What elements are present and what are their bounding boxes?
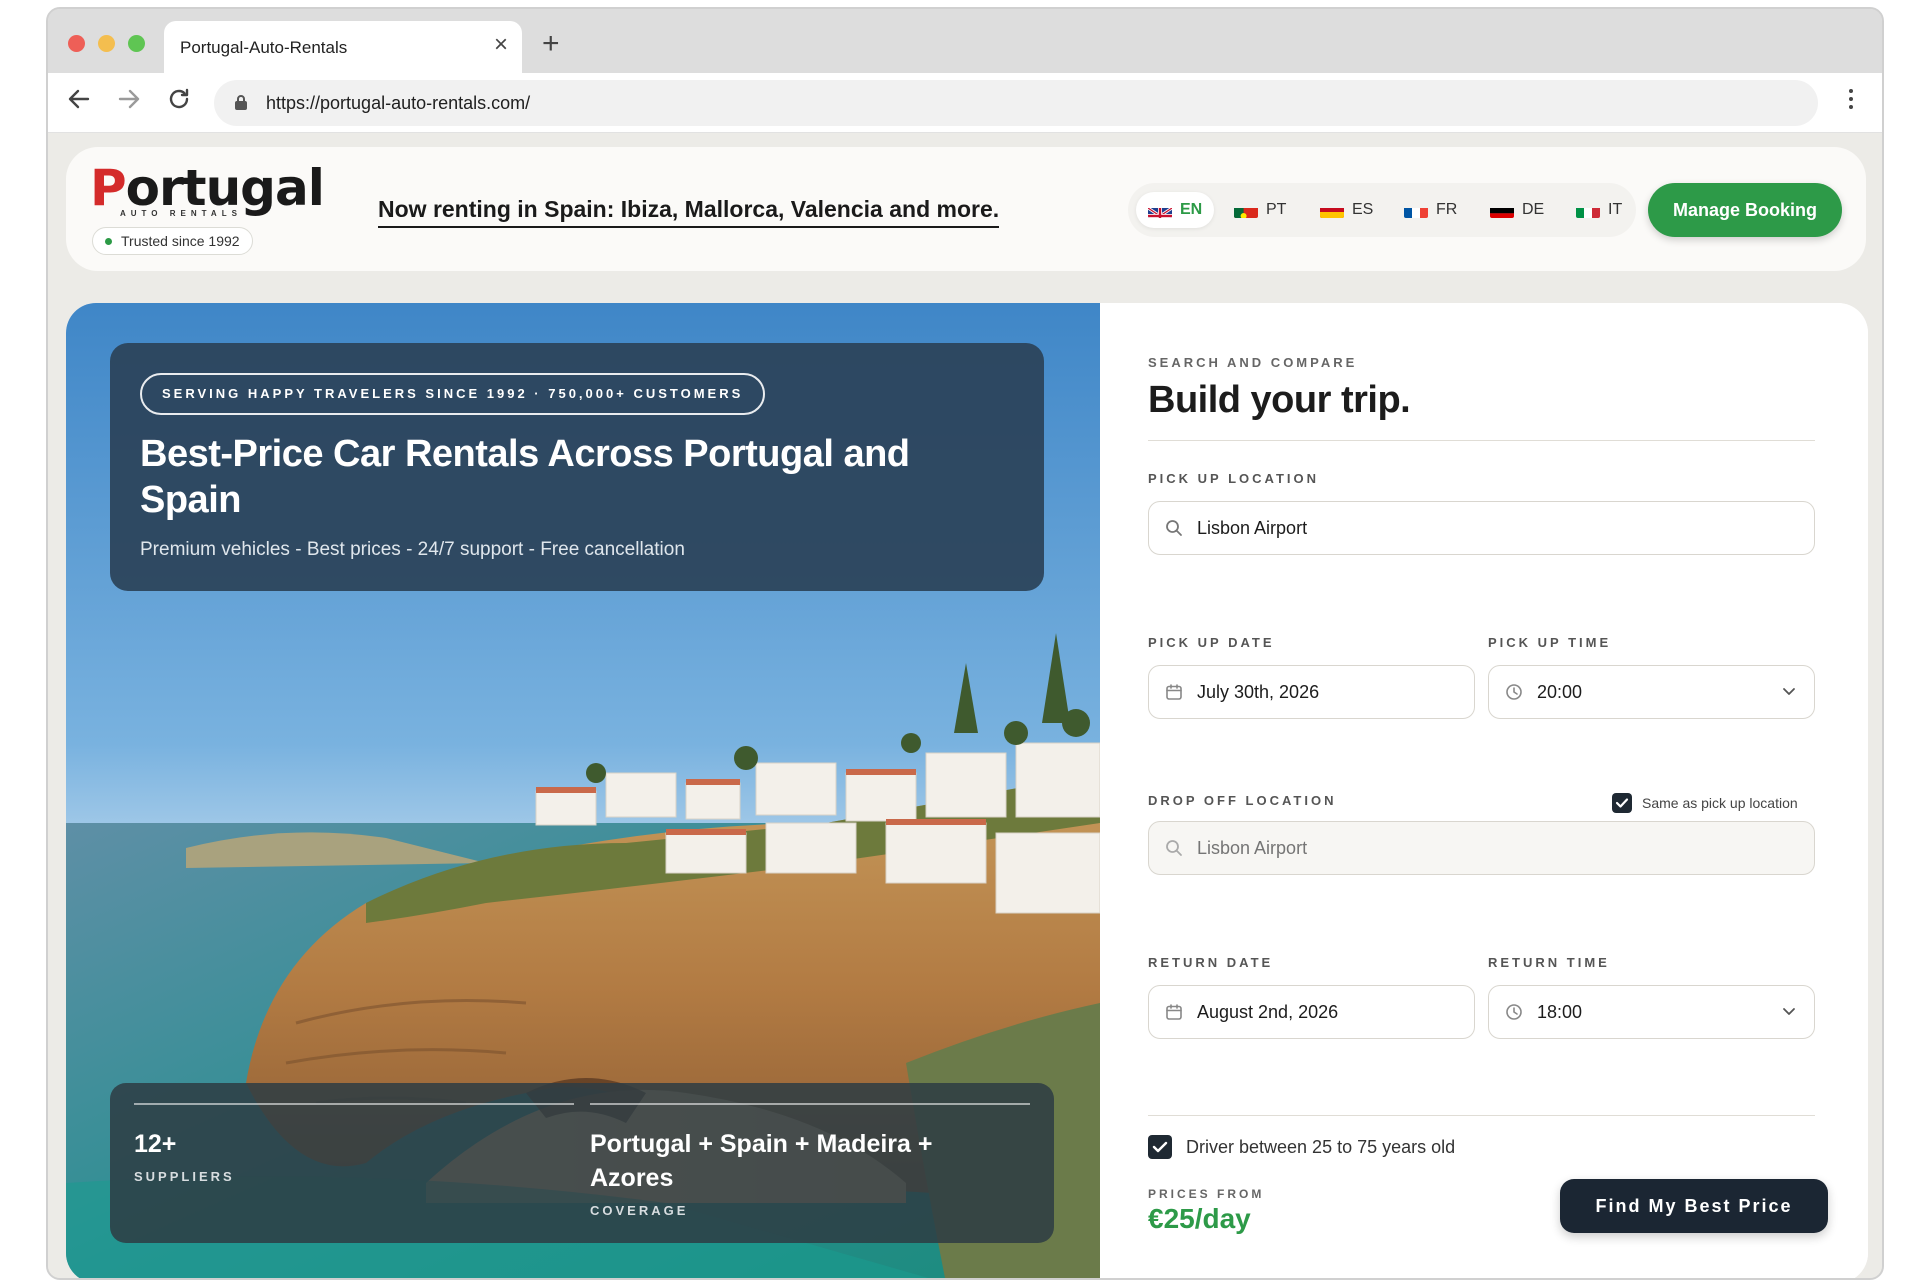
clock-icon (1506, 684, 1522, 700)
italy-flag-icon (1576, 202, 1600, 218)
stat-value: 12+ (134, 1130, 177, 1158)
tab-strip: Portugal-Auto-Rentals × + (48, 9, 1882, 73)
forward-arrow-icon[interactable] (116, 86, 142, 118)
browser-tab[interactable]: Portugal-Auto-Rentals × (164, 21, 522, 73)
browser-window: Portugal-Auto-Rentals × + https://portug… (46, 7, 1884, 1280)
find-best-price-button[interactable]: Find My Best Price (1560, 1179, 1828, 1233)
minimize-window-button[interactable] (98, 35, 115, 52)
maximize-window-button[interactable] (128, 35, 145, 52)
pickup-location-field[interactable] (1148, 501, 1815, 555)
browser-toolbar: https://portugal-auto-rentals.com/ (48, 73, 1882, 133)
return-date-label: RETURN DATE (1148, 955, 1274, 970)
form-title: Build your trip. (1148, 379, 1411, 421)
spain-flag-icon (1320, 202, 1344, 218)
status-dot-icon (105, 238, 112, 245)
dropoff-location-label: DROP OFF LOCATION (1148, 793, 1337, 808)
checkbox-checked[interactable] (1612, 793, 1632, 813)
form-eyebrow: SEARCH AND COMPARE (1148, 355, 1358, 370)
stat-label: COVERAGE (590, 1203, 689, 1218)
prices-from-value: €25/day (1148, 1203, 1251, 1234)
pickup-time-select[interactable]: 20:00 (1488, 665, 1815, 719)
logo-wordmark: Portugal (90, 159, 325, 217)
new-tab-icon[interactable]: + (542, 29, 560, 59)
return-time-value: 18:00 (1537, 1001, 1583, 1022)
clock-icon (1506, 1004, 1522, 1020)
page-content: Portugal AUTO RENTALS Trusted since 1992… (48, 133, 1882, 1278)
divider (1148, 1115, 1815, 1116)
language-code: PT (1266, 201, 1287, 218)
calendar-icon (1166, 684, 1182, 700)
tab-title: Portugal-Auto-Rentals (180, 38, 348, 57)
calendar-icon (1166, 1004, 1182, 1020)
language-code: ES (1352, 201, 1374, 218)
language-option-es[interactable]: ES (1308, 192, 1385, 228)
return-time-label: RETURN TIME (1488, 955, 1610, 970)
uk-flag-icon (1148, 202, 1172, 218)
search-icon (1166, 520, 1182, 536)
manage-booking-button[interactable]: Manage Booking (1648, 183, 1842, 237)
stat-coverage: Portugal + Spain + Madeira + Azores COVE… (590, 1103, 1030, 1218)
pickup-location-input[interactable] (1197, 517, 1798, 539)
language-code: FR (1436, 201, 1458, 218)
driver-age-checkbox[interactable]: Driver between 25 to 75 years old (1148, 1135, 1455, 1159)
search-icon (1166, 840, 1182, 856)
stat-label: SUPPLIERS (134, 1169, 235, 1184)
language-switcher: EN PT ES FR DE IT (1128, 183, 1636, 237)
return-time-select[interactable]: 18:00 (1488, 985, 1815, 1039)
language-code: IT (1608, 201, 1623, 218)
stat-value: Portugal + Spain + Madeira + Azores (590, 1130, 933, 1192)
language-option-de[interactable]: DE (1478, 192, 1556, 228)
stats-panel: 12+ SUPPLIERS Portugal + Spain + Madeira… (110, 1083, 1054, 1243)
pickup-date-label: PICK UP DATE (1148, 635, 1275, 650)
pickup-location-label: PICK UP LOCATION (1148, 471, 1320, 486)
france-flag-icon (1404, 202, 1428, 218)
hero-panel: SERVING HAPPY TRAVELERS SINCE 1992 · 750… (110, 343, 1044, 591)
hero-title: Best-Price Car Rentals Across Portugal a… (140, 433, 910, 521)
close-tab-icon[interactable]: × (494, 33, 508, 57)
hero-card: SERVING HAPPY TRAVELERS SINCE 1992 · 750… (66, 303, 1868, 1278)
portugal-flag-icon (1234, 202, 1258, 218)
announcement-link[interactable]: Now renting in Spain: Ibiza, Mallorca, V… (378, 196, 1000, 228)
language-option-it[interactable]: IT (1564, 192, 1634, 228)
language-code: EN (1180, 201, 1203, 218)
dropoff-location-input (1197, 837, 1798, 859)
language-option-fr[interactable]: FR (1392, 192, 1469, 228)
pickup-date-value: July 30th, 2026 (1197, 681, 1320, 702)
dropoff-location-field (1148, 821, 1815, 875)
driver-age-label: Driver between 25 to 75 years old (1186, 1136, 1456, 1157)
search-form: SEARCH AND COMPARE Build your trip. PICK… (1100, 303, 1868, 1278)
prices-from-label: PRICES FROM (1148, 1187, 1265, 1201)
hero-badge: SERVING HAPPY TRAVELERS SINCE 1992 · 750… (140, 373, 766, 415)
pickup-time-value: 20:00 (1537, 681, 1583, 702)
stat-suppliers: 12+ SUPPLIERS (134, 1103, 574, 1184)
trusted-text: Trusted since 1992 (121, 233, 240, 249)
germany-flag-icon (1490, 202, 1514, 218)
reload-icon[interactable] (166, 86, 192, 118)
more-menu-icon[interactable] (1848, 85, 1854, 119)
same-location-label: Same as pick up location (1642, 795, 1798, 811)
return-date-field[interactable]: August 2nd, 2026 (1148, 985, 1475, 1039)
language-code: DE (1522, 201, 1545, 218)
address-bar[interactable]: https://portugal-auto-rentals.com/ (214, 80, 1818, 126)
pickup-date-field[interactable]: July 30th, 2026 (1148, 665, 1475, 719)
site-logo[interactable]: Portugal AUTO RENTALS (90, 161, 325, 221)
language-option-en[interactable]: EN (1136, 192, 1215, 228)
pickup-time-label: PICK UP TIME (1488, 635, 1612, 650)
site-header: Portugal AUTO RENTALS Trusted since 1992… (66, 147, 1866, 271)
trusted-badge: Trusted since 1992 (92, 227, 253, 255)
chevron-down-icon (1783, 1008, 1795, 1015)
lock-icon (235, 95, 247, 110)
same-location-checkbox[interactable]: Same as pick up location (1612, 793, 1798, 813)
divider (1148, 440, 1815, 441)
hero-subtitle: Premium vehicles - Best prices - 24/7 su… (140, 539, 685, 560)
logo-subtitle: AUTO RENTALS (120, 209, 242, 218)
language-option-pt[interactable]: PT (1222, 192, 1298, 228)
url-text: https://portugal-auto-rentals.com/ (266, 93, 531, 113)
chevron-down-icon (1783, 688, 1795, 695)
back-arrow-icon[interactable] (66, 86, 92, 118)
return-date-value: August 2nd, 2026 (1197, 1001, 1339, 1022)
checkbox-checked[interactable] (1148, 1135, 1172, 1159)
close-window-button[interactable] (68, 35, 85, 52)
